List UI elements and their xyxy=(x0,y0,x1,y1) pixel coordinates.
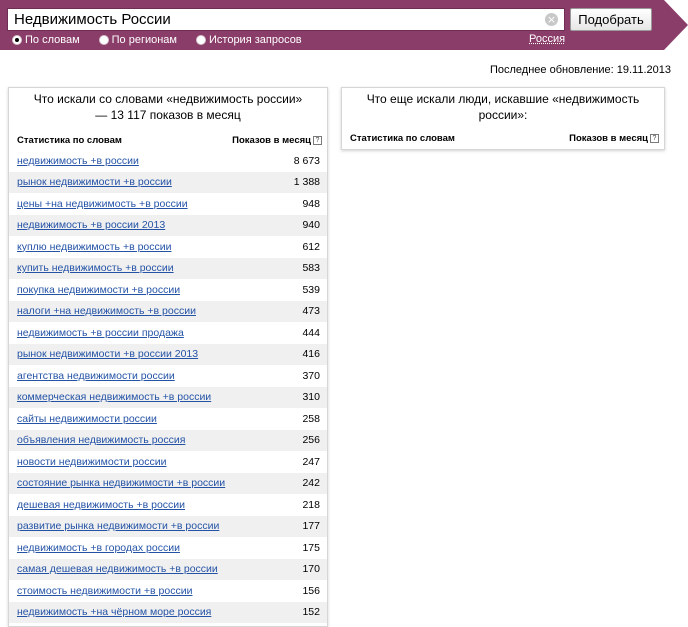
table-row: агентства недвижимости россии 370 xyxy=(9,365,327,387)
column-header-words: Статистика по словам xyxy=(17,135,122,146)
panel-title: Что еще искали люди, искавшие «недвижимо… xyxy=(366,92,640,122)
table-row: самая дешевая недвижимость +в россии 170 xyxy=(9,558,327,580)
table-row: состояние рынка недвижимости +в россии 24… xyxy=(9,472,327,494)
shows-count: 8 673 xyxy=(293,154,320,167)
shows-count: 310 xyxy=(302,391,320,404)
radio-unchecked-icon[interactable] xyxy=(196,35,206,45)
radio-history[interactable]: История запросов xyxy=(196,34,302,46)
table-row: рынок недвижимости +в россии 2013 416 xyxy=(9,343,327,365)
table-row: недвижимость +в россии продажа 444 xyxy=(9,322,327,344)
shows-count: 258 xyxy=(302,412,320,425)
query-link[interactable]: недвижимость +в россии xyxy=(17,155,139,167)
query-link[interactable]: покупка недвижимости +в россии xyxy=(17,284,180,296)
table-row: стоимость недвижимости +в россии 156 xyxy=(9,580,327,602)
shows-count: 218 xyxy=(302,498,320,511)
query-link[interactable]: объявления недвижимость россия xyxy=(17,434,185,446)
search-box[interactable]: × xyxy=(7,8,565,31)
query-link[interactable]: недвижимость +в россии продажа xyxy=(17,327,184,339)
shows-count: 152 xyxy=(302,606,320,619)
radio-label: По словам xyxy=(25,34,80,46)
shows-count: 444 xyxy=(302,326,320,339)
shows-count: 416 xyxy=(302,348,320,361)
radio-by-words[interactable]: По словам xyxy=(12,34,80,46)
query-link[interactable]: стоимость недвижимости +в россии xyxy=(17,585,192,597)
table-row: рынок недвижимости +в россии 1 388 xyxy=(9,171,327,193)
submit-button[interactable]: Подобрать xyxy=(570,8,652,31)
clear-icon[interactable]: × xyxy=(545,13,558,26)
query-link[interactable]: самая дешевая недвижимость +в россии xyxy=(17,563,218,575)
query-link[interactable]: сайты недвижимости россии xyxy=(17,413,157,425)
table-row: цены +на недвижимость +в россии 948 xyxy=(9,193,327,215)
shows-count: 170 xyxy=(302,563,320,576)
region-link[interactable]: Россия xyxy=(529,33,565,45)
query-link[interactable]: рынок недвижимости +в россии xyxy=(17,176,172,188)
column-header-words: Статистика по словам xyxy=(350,133,455,144)
query-link[interactable]: налоги +на недвижимость +в россии xyxy=(17,305,196,317)
column-header-shows: Показов в месяц? xyxy=(232,135,322,146)
table-row: покупка недвижимости +в россии 539 xyxy=(9,279,327,301)
table-row: развитие рынка недвижимости +в россии 177 xyxy=(9,515,327,537)
radio-checked-icon[interactable] xyxy=(12,35,22,45)
shows-count: 242 xyxy=(302,477,320,490)
last-update: Последнее обновление: 19.11.2013 xyxy=(489,64,671,76)
table-row: купить недвижимость +в россии 583 xyxy=(9,257,327,279)
shows-count: 539 xyxy=(302,283,320,296)
help-icon[interactable]: ? xyxy=(650,134,659,143)
table-row: недвижимость +в россии 8 673 xyxy=(9,150,327,172)
table-row: недвижимость +в городах россии 175 xyxy=(9,537,327,559)
shows-count: 948 xyxy=(302,197,320,210)
table-row: дешевая недвижимость +в россии 218 xyxy=(9,494,327,516)
radio-by-regions[interactable]: По регионам xyxy=(98,34,177,46)
table-row: налоги +на недвижимость +в россии 473 xyxy=(9,300,327,322)
query-link[interactable]: недвижимость +на чёрном море россия xyxy=(17,606,211,618)
shows-count: 370 xyxy=(302,369,320,382)
table-header: Статистика по словам Показов в месяц? xyxy=(342,133,664,144)
panel-title: Что искали со словами «недвижимость росс… xyxy=(33,92,303,122)
query-link[interactable]: новости недвижимости россии xyxy=(17,456,166,468)
shows-count: 1 388 xyxy=(293,176,320,189)
query-link[interactable]: развитие рынка недвижимости +в россии xyxy=(17,520,219,532)
table-row: коммерческая недвижимость +в россии 310 xyxy=(9,386,327,408)
query-link[interactable]: куплю недвижимость +в россии xyxy=(17,241,171,253)
table-row: сайты недвижимости россии 258 xyxy=(9,408,327,430)
query-link[interactable]: дешевая недвижимость +в россии xyxy=(17,499,185,511)
radio-unchecked-icon[interactable] xyxy=(98,35,109,45)
query-link[interactable]: недвижимость +в городах россии xyxy=(17,542,180,554)
query-link[interactable]: состояние рынка недвижимости +в россии xyxy=(17,477,225,489)
shows-count: 156 xyxy=(302,584,320,597)
radio-label: История запросов xyxy=(209,34,302,46)
table-row: недвижимость +на чёрном море россия 152 xyxy=(9,601,327,623)
table-row: куплю недвижимость +в россии 612 xyxy=(9,236,327,258)
help-icon[interactable]: ? xyxy=(313,136,322,145)
column-header-shows: Показов в месяц? xyxy=(569,133,659,144)
shows-count: 247 xyxy=(302,455,320,468)
shows-count: 940 xyxy=(302,219,320,232)
shows-count: 175 xyxy=(302,541,320,554)
related-queries-panel: Что еще искали люди, искавшие «недвижимо… xyxy=(341,87,665,150)
query-link[interactable]: агентства недвижимости россии xyxy=(17,370,175,382)
table-row: объявления недвижимость россия 256 xyxy=(9,429,327,451)
shows-count: 256 xyxy=(302,434,320,447)
query-link[interactable]: недвижимость +в россии 2013 xyxy=(17,219,165,231)
table-row: недвижимость +в россии 2013 940 xyxy=(9,214,327,236)
search-input[interactable] xyxy=(8,9,538,30)
shows-count: 473 xyxy=(302,305,320,318)
query-link[interactable]: купить недвижимость +в россии xyxy=(17,262,174,274)
shows-count: 583 xyxy=(302,262,320,275)
search-mode-radios: По словам По регионам История запросов xyxy=(12,33,321,47)
query-link[interactable]: цены +на недвижимость +в россии xyxy=(17,198,188,210)
table-header: Статистика по словам Показов в месяц? xyxy=(9,135,327,146)
shows-count: 612 xyxy=(302,240,320,253)
words-stats-panel: Что искали со словами «недвижимость росс… xyxy=(8,87,328,627)
query-link[interactable]: рынок недвижимости +в россии 2013 xyxy=(17,348,198,360)
radio-label: По регионам xyxy=(111,34,177,46)
table-row: новости недвижимости россии 247 xyxy=(9,451,327,473)
shows-count: 177 xyxy=(302,520,320,533)
query-list: недвижимость +в россии 8 673 рынок недвижи… xyxy=(9,150,327,623)
query-link[interactable]: коммерческая недвижимость +в россии xyxy=(17,391,211,403)
